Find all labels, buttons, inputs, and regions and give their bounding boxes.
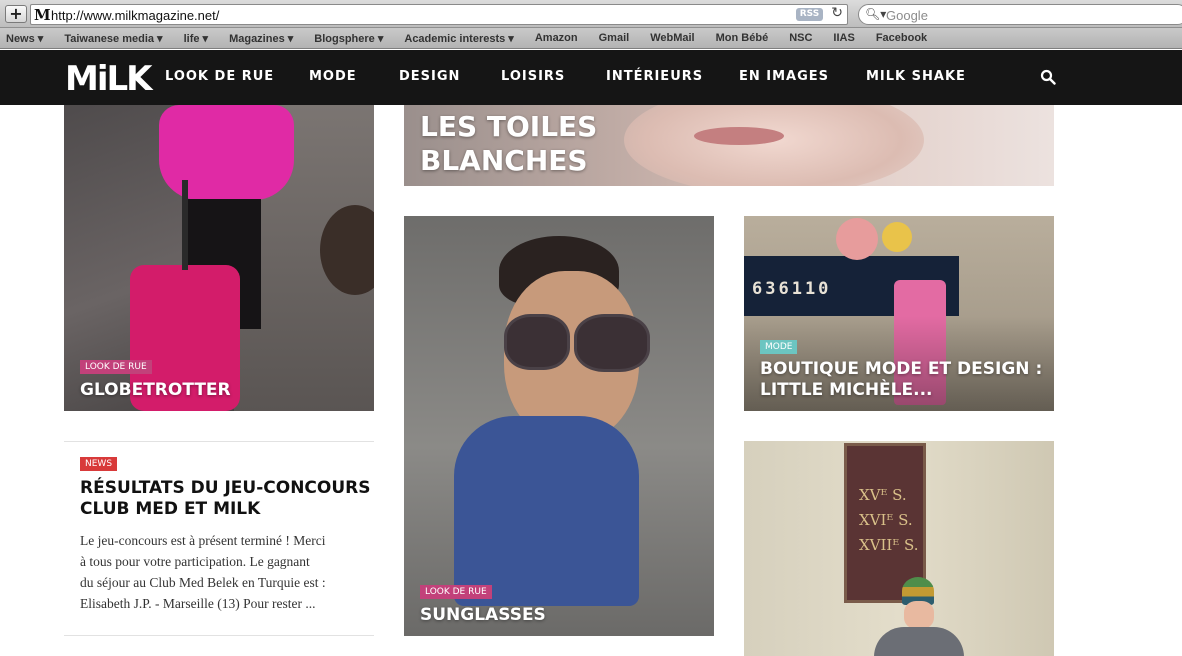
boy-jacket	[874, 627, 964, 656]
news-title-line2[interactable]: CLUB MED ET MILK	[80, 499, 260, 520]
nav-interieurs[interactable]: INTÉRIEURS	[606, 69, 703, 84]
plaque-text-1: XVᴱ S.	[859, 486, 907, 504]
news-tag[interactable]: NEWS	[80, 457, 118, 471]
hero-title-line2[interactable]: BLANCHES	[420, 143, 588, 179]
browser-toolbar: + M http://www.milkmagazine.net/ RSS ↻ 🔍…	[0, 0, 1182, 28]
boat-number: 636110	[752, 279, 832, 299]
sunglass-lens-left	[504, 314, 570, 370]
sunglass-lens-right	[574, 314, 650, 372]
bookmark-iias[interactable]: IIAS	[833, 32, 854, 44]
news-title-line1[interactable]: RÉSULTATS DU JEU-CONCOURS	[80, 478, 371, 499]
boutique-tag[interactable]: MODE	[760, 340, 798, 354]
hero-title-line1[interactable]: LES TOILES	[420, 109, 597, 145]
globetrotter-title[interactable]: GLOBETROTTER	[80, 380, 231, 401]
news-excerpt-line2: à tous pour votre participation. Le gagn…	[80, 554, 310, 569]
boy-face	[904, 601, 934, 629]
address-bar[interactable]: M http://www.milkmagazine.net/ RSS ↻	[30, 4, 848, 25]
search-icon[interactable]	[1040, 69, 1056, 85]
nav-look-de-rue[interactable]: LOOK DE RUE	[165, 69, 274, 84]
nav-loisirs[interactable]: LOISIRS	[501, 69, 565, 84]
bookmark-webmail[interactable]: WebMail	[650, 32, 694, 44]
milk-logo[interactable]: MiLK	[65, 59, 152, 99]
sunglasses-card[interactable]: LOOK DE RUE SUNGLASSES	[404, 216, 714, 636]
plaque-card[interactable]: XVᴱ S. XVIᴱ S. XVIIᴱ S.	[744, 441, 1054, 656]
news-excerpt-line1: Le jeu-concours est à présent terminé ! …	[80, 533, 326, 548]
hero-card[interactable]: LES TOILES BLANCHES	[404, 105, 1054, 186]
bookmark-blogsphere[interactable]: Blogsphere ▾	[314, 32, 383, 45]
reload-icon[interactable]: ↻	[831, 5, 843, 21]
plaque-text-3: XVIIᴱ S.	[859, 536, 919, 554]
bookmark-magazines[interactable]: Magazines ▾	[229, 32, 293, 45]
boutique-title-line2[interactable]: LITTLE MICHÈLE...	[760, 380, 932, 401]
news-top-divider	[64, 441, 374, 442]
bookmarks-bar: News ▾ Taiwanese media ▾ life ▾ Magazine…	[0, 28, 1182, 49]
yellow-ball	[882, 222, 912, 252]
site-favicon-icon: M	[34, 6, 51, 24]
sunglasses-tag[interactable]: LOOK DE RUE	[420, 585, 492, 599]
url-text[interactable]: http://www.milkmagazine.net/	[51, 8, 219, 23]
search-engine-icon[interactable]: 🔍︎▾	[865, 7, 886, 21]
suitcase-handle	[182, 180, 188, 270]
search-field[interactable]: 🔍︎▾ Google	[858, 4, 1182, 25]
boutique-title-line1[interactable]: BOUTIQUE MODE ET DESIGN :	[760, 359, 1042, 380]
search-placeholder: Google	[886, 8, 928, 23]
boutique-card[interactable]: 636110 MODE BOUTIQUE MODE ET DESIGN : LI…	[744, 216, 1054, 411]
news-excerpt-line4: Elisabeth J.P. - Marseille (13) Pour res…	[80, 596, 316, 611]
pink-ball	[836, 218, 878, 260]
news-bottom-divider	[64, 635, 374, 636]
hero-image	[624, 105, 924, 186]
pink-jacket	[159, 105, 294, 200]
hero-lips	[694, 127, 784, 145]
plaque-text-2: XVIᴱ S.	[859, 511, 913, 529]
bookmark-nsc[interactable]: NSC	[789, 32, 812, 44]
nav-en-images[interactable]: EN IMAGES	[739, 69, 829, 84]
globetrotter-tag[interactable]: LOOK DE RUE	[80, 360, 152, 374]
bookmark-life[interactable]: life ▾	[184, 32, 208, 45]
site-nav: MiLK LOOK DE RUE MODE DESIGN LOISIRS INT…	[0, 50, 1182, 105]
bookmark-news[interactable]: News ▾	[6, 32, 43, 45]
bookmark-facebook[interactable]: Facebook	[876, 32, 927, 44]
news-excerpt-line3: du séjour au Club Med Belek en Turquie e…	[80, 575, 326, 590]
nav-design[interactable]: DESIGN	[399, 69, 460, 84]
sunglasses-title[interactable]: SUNGLASSES	[420, 605, 546, 626]
bookmark-taiwanese-media[interactable]: Taiwanese media ▾	[64, 32, 162, 45]
globetrotter-card[interactable]: LOOK DE RUE GLOBETROTTER	[64, 105, 374, 411]
blue-sweater	[454, 416, 639, 606]
add-bookmark-button[interactable]: +	[5, 5, 27, 23]
nav-milk-shake[interactable]: MILK SHAKE	[866, 69, 966, 84]
bookmark-amazon[interactable]: Amazon	[535, 32, 578, 44]
bookmark-gmail[interactable]: Gmail	[599, 32, 630, 44]
rss-button[interactable]: RSS	[796, 8, 823, 21]
bookmark-academic-interests[interactable]: Academic interests ▾	[404, 32, 513, 45]
bookmark-mon-bebe[interactable]: Mon Bébé	[716, 32, 769, 44]
nav-mode[interactable]: MODE	[309, 69, 357, 84]
